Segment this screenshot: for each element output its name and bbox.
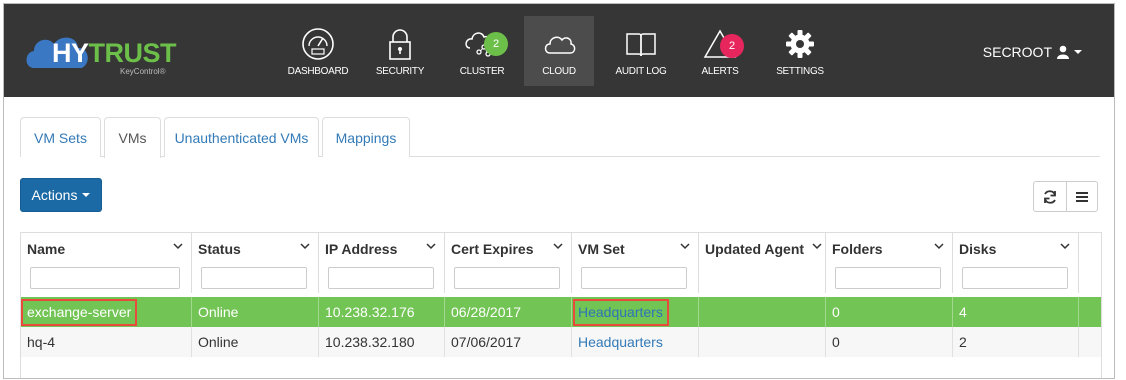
tab-unauthenticated-vms[interactable]: Unauthenticated VMs [164, 117, 319, 157]
col-header-ip-address[interactable]: IP Address [319, 233, 445, 293]
nav-cloud[interactable]: CLOUD [524, 16, 594, 86]
tab-bar: VM Sets VMs Unauthenticated VMs Mappings [20, 117, 1100, 158]
col-header-cert-label: Cert Expires [451, 241, 534, 257]
cell-ip: 10.238.32.176 [319, 297, 445, 327]
highlight-box-vm-set [573, 299, 669, 326]
col-header-vm-set[interactable]: VM Set [572, 233, 699, 293]
cell-vm-set-link[interactable]: Headquarters [572, 327, 699, 357]
nav-security[interactable]: SECURITY [368, 16, 432, 86]
nav-cluster[interactable]: 2 CLUSTER [450, 16, 514, 86]
user-name: SECROOT [982, 44, 1052, 60]
chevron-down-icon [812, 243, 822, 250]
table-row[interactable]: hq-4 Online 10.238.32.180 07/06/2017 Hea… [21, 327, 1101, 357]
filter-input-name[interactable] [30, 267, 180, 289]
user-menu[interactable]: SECROOT [983, 44, 1082, 60]
filter-input-folders[interactable] [835, 267, 941, 289]
cell-name: hq-4 [21, 327, 192, 357]
nav-dashboard[interactable]: DASHBOARD [286, 16, 350, 86]
lock-icon [389, 29, 411, 60]
nav-alerts[interactable]: 2 ALERTS [688, 16, 752, 86]
logo-wordmark: HYTRUST [52, 38, 177, 69]
cell-disks: 4 [953, 297, 1079, 327]
col-header-cert-expires[interactable]: Cert Expires [445, 233, 572, 293]
cloud-icon [544, 36, 576, 54]
filter-input-cert[interactable] [454, 267, 560, 289]
app-window: HYTRUST KeyControl® DASHBOARD SECURITY 2… [3, 3, 1115, 379]
logo-subtitle: KeyControl® [120, 67, 166, 76]
vm-table: Name Status IP Address Cert Expires VM S [20, 232, 1102, 378]
filter-input-disks[interactable] [962, 267, 1068, 289]
nav-cluster-label: CLUSTER [459, 66, 505, 77]
book-icon [626, 33, 656, 57]
nav-dashboard-label: DASHBOARD [287, 66, 349, 77]
menu-icon [1076, 191, 1088, 202]
col-header-name-label: Name [27, 241, 66, 257]
col-header-folders[interactable]: Folders [826, 233, 953, 293]
top-navbar: HYTRUST KeyControl® DASHBOARD SECURITY 2… [4, 4, 1114, 97]
cell-folders: 0 [826, 327, 953, 357]
cell-status: Online [192, 297, 319, 327]
filter-input-vmset[interactable] [581, 267, 687, 289]
actions-button[interactable]: Actions [20, 178, 102, 212]
actions-label: Actions [31, 187, 78, 203]
cell-ip: 10.238.32.180 [319, 327, 445, 357]
chevron-down-icon [426, 243, 436, 250]
chevron-down-icon [934, 243, 944, 250]
nav-audit-log-label: AUDIT LOG [615, 66, 667, 77]
chevron-down-icon [553, 243, 563, 250]
cell-folders: 0 [826, 297, 953, 327]
col-header-status[interactable]: Status [192, 233, 319, 293]
logo-trust: TRUST [88, 38, 177, 68]
cell-status: Online [192, 327, 319, 357]
col-header-updated-agent[interactable]: Updated Agent [699, 233, 826, 293]
column-menu-button[interactable] [1066, 181, 1098, 212]
nav-security-label: SECURITY [375, 66, 425, 77]
chevron-down-icon [300, 243, 310, 250]
refresh-button[interactable] [1033, 181, 1067, 212]
cell-cert-expires: 07/06/2017 [445, 327, 572, 357]
col-header-folders-label: Folders [832, 241, 883, 257]
highlight-box-name [21, 299, 137, 326]
col-header-name[interactable]: Name [21, 233, 192, 293]
filter-input-ip[interactable] [328, 267, 434, 289]
hytrust-logo[interactable]: HYTRUST KeyControl® [26, 32, 177, 77]
nav-cloud-label: CLOUD [542, 66, 576, 77]
gear-icon [786, 30, 814, 58]
cluster-badge: 2 [484, 32, 508, 56]
table-row[interactable]: exchange-server Online 10.238.32.176 06/… [21, 297, 1101, 327]
dashboard-icon [302, 28, 334, 60]
cell-disks: 2 [953, 327, 1079, 357]
cell-cert-expires: 06/28/2017 [445, 297, 572, 327]
chevron-down-icon [82, 193, 91, 197]
col-header-disks-label: Disks [959, 241, 997, 257]
tab-mappings[interactable]: Mappings [322, 117, 410, 157]
refresh-icon [1044, 189, 1056, 204]
nav-audit-log[interactable]: AUDIT LOG [606, 16, 676, 86]
logo-hy: HY [52, 38, 89, 68]
col-header-agent-label: Updated Agent [705, 241, 805, 257]
tab-vm-sets[interactable]: VM Sets [20, 117, 101, 157]
col-header-vmset-label: VM Set [578, 241, 625, 257]
col-header-ip-label: IP Address [325, 241, 398, 257]
col-header-disks[interactable]: Disks [953, 233, 1079, 293]
col-header-status-label: Status [198, 241, 241, 257]
chevron-down-icon [1074, 50, 1082, 54]
nav-settings[interactable]: SETTINGS [768, 16, 832, 86]
nav-settings-label: SETTINGS [776, 66, 824, 77]
chevron-down-icon [680, 243, 690, 250]
tab-vms[interactable]: VMs [104, 117, 161, 158]
chevron-down-icon [1060, 243, 1070, 250]
alerts-badge: 2 [720, 34, 744, 58]
user-icon [1057, 45, 1069, 59]
chevron-down-icon [173, 243, 183, 250]
cell-updated-agent [699, 297, 826, 327]
filter-input-status[interactable] [201, 267, 307, 289]
nav-alerts-label: ALERTS [701, 66, 739, 77]
cell-updated-agent [699, 327, 826, 357]
